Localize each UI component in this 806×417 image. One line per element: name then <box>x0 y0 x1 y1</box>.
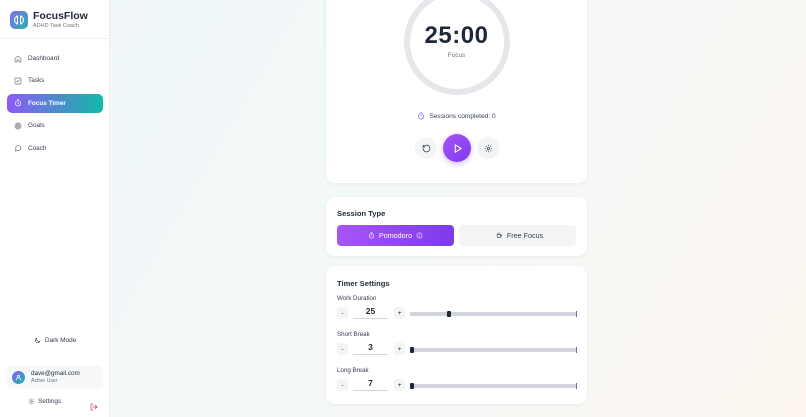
dark-mode-label: Dark Mode <box>45 337 77 344</box>
timer-icon <box>368 232 375 239</box>
timer-settings-button[interactable] <box>477 137 499 159</box>
avatar <box>12 370 25 384</box>
work-duration-label: Work Duration <box>337 295 377 302</box>
timer-mode-label: Focus <box>447 52 466 59</box>
sidebar-item-goals[interactable]: Goals <box>7 116 103 135</box>
user-card[interactable]: dave@gmail.com Active User <box>7 365 103 389</box>
short-break-slider[interactable] <box>410 347 577 353</box>
sidebar-item-label: Tasks <box>28 77 45 85</box>
work-duration-slider[interactable] <box>410 311 577 317</box>
session-type-title: Session Type <box>337 209 386 218</box>
reset-button[interactable] <box>415 137 437 159</box>
sidebar-item-label: Goals <box>28 122 45 130</box>
dark-mode-toggle[interactable]: Dark Mode <box>34 337 76 344</box>
timer-icon <box>15 99 21 107</box>
session-option-pomodoro[interactable]: Pomodoro <box>337 225 454 246</box>
session-type-card: Session Type Pomodoro Free Focus <box>326 197 587 256</box>
sidebar-item-dashboard[interactable]: Dashboard <box>7 49 103 68</box>
slider-thumb[interactable] <box>410 347 414 353</box>
stopwatch-icon <box>418 112 425 120</box>
home-icon <box>14 55 22 62</box>
long-break-label: Long Break <box>337 367 369 374</box>
app-name: FocusFlow <box>33 10 88 22</box>
gear-icon <box>484 144 492 152</box>
timer-settings-card: Timer Settings Work Duration - 25 + Shor… <box>326 266 587 404</box>
sessions-completed: Sessions completed: 0 <box>326 112 587 120</box>
app-subtitle: ADHD Task Coach <box>33 23 79 29</box>
sidebar-item-focus-timer[interactable]: Focus Timer <box>7 93 103 113</box>
short-break-input[interactable]: 3 <box>353 342 388 355</box>
long-break-increment-button[interactable]: + <box>394 379 405 391</box>
sidebar-item-label: Coach <box>28 144 47 152</box>
long-break-slider[interactable] <box>410 383 577 389</box>
sidebar: FocusFlow ADHD Task Coach Dashboard Task… <box>0 0 110 417</box>
timer-settings-title: Timer Settings <box>337 279 390 288</box>
play-button[interactable] <box>443 134 471 162</box>
work-duration-increment-button[interactable]: + <box>394 307 405 319</box>
moon-icon <box>35 337 41 343</box>
user-icon <box>15 374 22 380</box>
sidebar-item-tasks[interactable]: Tasks <box>7 71 103 90</box>
timer-card: 25:00 Focus Sessions completed: 0 <box>326 0 587 183</box>
reset-icon <box>422 144 430 152</box>
slider-thumb[interactable] <box>410 383 414 389</box>
target-icon <box>14 122 22 130</box>
timer-display: 25:00 <box>424 22 489 49</box>
brand[interactable]: FocusFlow ADHD Task Coach <box>10 10 88 30</box>
play-icon <box>454 143 462 153</box>
sidebar-item-label: Focus Timer <box>28 99 66 107</box>
slider-end-tick <box>576 347 577 353</box>
session-option-label: Pomodoro <box>378 231 413 240</box>
sidebar-item-label: Dashboard <box>28 55 60 62</box>
user-status: Active User <box>31 377 58 384</box>
sidebar-nav: Dashboard Tasks Focus Timer Goals Coach <box>7 49 103 161</box>
session-option-label: Free Focus <box>506 231 544 240</box>
sidebar-footer: Settings <box>0 396 110 411</box>
session-option-free-focus[interactable]: Free Focus <box>459 225 576 246</box>
sidebar-item-coach[interactable]: Coach <box>7 139 103 158</box>
user-email: dave@gmail.com <box>31 369 80 377</box>
chat-icon <box>15 145 22 152</box>
coffee-icon <box>496 232 502 238</box>
settings-label: Settings <box>38 398 62 405</box>
settings-button[interactable]: Settings <box>28 398 61 405</box>
brain-logo-icon <box>10 11 28 29</box>
divider <box>0 38 110 39</box>
short-break-increment-button[interactable]: + <box>394 343 405 355</box>
slider-thumb[interactable] <box>447 311 452 317</box>
info-icon[interactable] <box>416 232 423 239</box>
sessions-completed-text: Sessions completed: 0 <box>429 112 496 120</box>
short-break-decrement-button[interactable]: - <box>337 343 348 355</box>
work-duration-input[interactable]: 25 <box>353 306 388 319</box>
gear-icon <box>28 398 35 405</box>
logout-icon <box>90 403 98 411</box>
slider-end-tick <box>576 383 577 389</box>
slider-end-tick <box>576 311 577 317</box>
work-duration-decrement-button[interactable]: - <box>337 307 348 319</box>
long-break-decrement-button[interactable]: - <box>337 379 348 391</box>
short-break-label: Short Break <box>337 331 370 338</box>
timer-progress-ring <box>404 0 510 95</box>
logout-button[interactable] <box>90 398 98 416</box>
long-break-input[interactable]: 7 <box>353 378 388 391</box>
checkbox-icon <box>14 77 22 85</box>
